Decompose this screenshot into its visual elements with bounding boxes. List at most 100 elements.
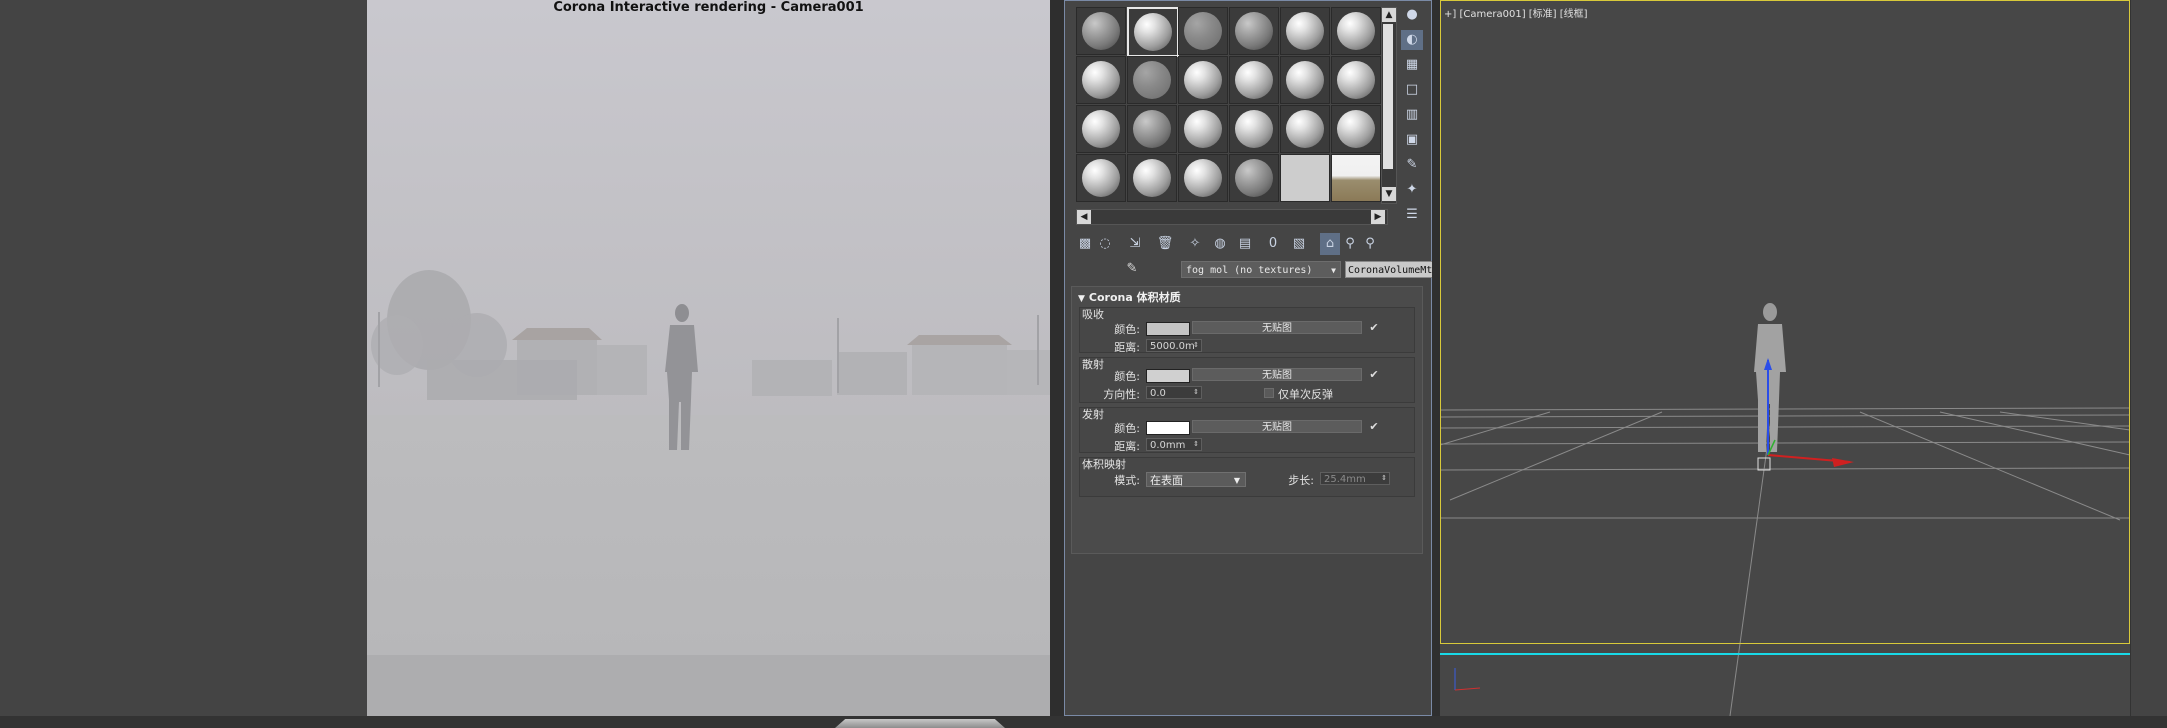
material-slot[interactable] — [1229, 7, 1279, 55]
render-fog-scene — [371, 270, 1050, 450]
material-slot[interactable] — [1331, 7, 1381, 55]
put-to-library-icon[interactable]: ◍ — [1210, 233, 1230, 255]
make-unique-icon[interactable]: ✧ — [1185, 233, 1205, 255]
material-slot[interactable] — [1178, 105, 1228, 153]
material-slot[interactable] — [1076, 7, 1126, 55]
mode-dropdown[interactable]: 在表面 ▼ — [1146, 472, 1246, 487]
material-slot[interactable] — [1178, 7, 1228, 55]
render-window-title: Corona Interactive rendering - Camera001 — [553, 0, 864, 15]
material-slot[interactable] — [1229, 154, 1279, 202]
material-preview-sphere — [1337, 110, 1375, 148]
viewport-divider — [1432, 0, 1440, 716]
material-slot[interactable] — [1280, 56, 1330, 104]
absorption-distance-spinner[interactable]: 5000.0m ⇕ — [1146, 339, 1202, 352]
select-by-material-icon[interactable]: ✦ — [1401, 180, 1423, 200]
sample-uv-icon[interactable]: □ — [1401, 80, 1423, 100]
scroll-right-button[interactable]: ▶ — [1371, 210, 1385, 224]
go-forward-icon[interactable]: ⚲ — [1340, 233, 1360, 255]
show-in-viewport-icon[interactable]: 0 — [1263, 233, 1283, 255]
material-slot[interactable] — [1127, 154, 1177, 202]
volume-displacement-title: 体积映射 — [1082, 458, 1126, 471]
put-to-scene-icon[interactable]: ◌ — [1095, 233, 1115, 255]
material-slot[interactable] — [1076, 56, 1126, 104]
backlight-icon[interactable]: ◐ — [1401, 30, 1423, 50]
show-end-result-icon[interactable]: ▧ — [1289, 233, 1309, 255]
scattering-map-checkbox[interactable]: ✔ — [1368, 369, 1380, 381]
make-preview-icon[interactable]: ▣ — [1401, 130, 1423, 150]
emission-color-swatch[interactable] — [1146, 421, 1190, 435]
step-spinner[interactable]: 25.4mm ⇕ — [1320, 472, 1390, 485]
scroll-thumb[interactable] — [1383, 24, 1393, 169]
pick-from-object-icon[interactable]: ⚲ — [1360, 233, 1380, 255]
material-preview-sphere — [1082, 12, 1120, 50]
material-slot[interactable] — [1229, 56, 1279, 104]
directionality-label: 方向性: — [1103, 388, 1140, 401]
material-editor-panel: ▲ ▼ ◀ ▶ ● ◐ ▦ □ ▥ ▣ ✎ ✦ ☰ ▩ ◌ ⇲ 🗑 ✧ ◍ ▤ … — [1064, 0, 1433, 716]
absorption-map-checkbox[interactable]: ✔ — [1368, 322, 1380, 334]
material-name-field[interactable]: fog mol (no textures) ▼ — [1181, 261, 1341, 278]
scattering-color-label: 颜色: — [1114, 370, 1140, 383]
emission-distance-spinner[interactable]: 0.0mm ⇕ — [1146, 438, 1202, 451]
absorption-distance-label: 距离: — [1114, 341, 1140, 354]
material-slot[interactable] — [1076, 154, 1126, 202]
material-slot[interactable] — [1331, 154, 1381, 202]
material-slot[interactable] — [1280, 105, 1330, 153]
sample-sphere-icon[interactable]: ● — [1401, 5, 1423, 25]
options-icon[interactable]: ✎ — [1401, 155, 1423, 175]
background-icon[interactable]: ▦ — [1401, 55, 1423, 75]
material-type-button[interactable]: CoronaVolumeMtl — [1345, 261, 1433, 278]
material-slot[interactable] — [1127, 56, 1177, 104]
material-navigator-icon[interactable]: ☰ — [1401, 205, 1423, 225]
material-slot[interactable] — [1127, 7, 1179, 57]
scattering-title: 散射 — [1082, 358, 1104, 371]
emission-distance-label: 距离: — [1114, 440, 1140, 453]
material-bottom-toolbar: ▩ ◌ ⇲ 🗑 ✧ ◍ ▤ 0 ▧ ⌂ ⚲ ⚲ — [1075, 233, 1415, 257]
viewport-label[interactable]: +] [Camera001] [标准] [线框] — [1444, 5, 1588, 20]
video-color-check-icon[interactable]: ▥ — [1401, 105, 1423, 125]
directionality-spinner[interactable]: 0.0 ⇕ — [1146, 386, 1202, 399]
scattering-color-swatch[interactable] — [1146, 369, 1190, 383]
render-window[interactable]: Corona Interactive rendering - Camera001 — [367, 0, 1050, 716]
material-preview-sphere — [1133, 61, 1171, 99]
left-workspace-background — [0, 0, 367, 716]
scroll-left-button[interactable]: ◀ — [1077, 210, 1091, 224]
material-slot[interactable] — [1331, 105, 1381, 153]
emission-map-button[interactable]: 无贴图 — [1192, 420, 1362, 433]
material-preview-sphere — [1337, 12, 1375, 50]
material-preview-sphere — [1082, 159, 1120, 197]
slot-horizontal-scrollbar[interactable]: ◀ ▶ — [1076, 209, 1388, 225]
bottom-tab[interactable] — [835, 719, 1005, 728]
absorption-color-swatch[interactable] — [1146, 322, 1190, 336]
absorption-map-button[interactable]: 无贴图 — [1192, 321, 1362, 334]
reset-map-icon[interactable]: 🗑 — [1155, 233, 1175, 255]
material-preview-sphere — [1184, 110, 1222, 148]
material-preview-sphere — [1286, 61, 1324, 99]
scattering-map-button[interactable]: 无贴图 — [1192, 368, 1362, 381]
get-material-icon[interactable]: ▩ — [1075, 233, 1095, 255]
scattering-group: 散射 颜色: 无贴图 ✔ 方向性: 0.0 ⇕ 仅单次反弹 — [1079, 357, 1415, 403]
material-slot[interactable] — [1127, 105, 1177, 153]
material-id-channel-icon[interactable]: ▤ — [1235, 233, 1255, 255]
eyedropper-icon[interactable]: ✎ — [1123, 261, 1141, 279]
material-slot[interactable] — [1178, 56, 1228, 104]
assign-to-selection-icon[interactable]: ⇲ — [1125, 233, 1145, 255]
material-slot[interactable] — [1229, 105, 1279, 153]
material-preview-sphere — [1133, 159, 1171, 197]
scroll-down-button[interactable]: ▼ — [1382, 187, 1396, 201]
rollout-title[interactable]: ▼ Corona 体积材质 — [1078, 289, 1181, 305]
material-slot[interactable] — [1076, 105, 1126, 153]
material-name-row: ✎ fog mol (no textures) ▼ CoronaVolumeMtl — [1073, 259, 1433, 281]
material-preview-sphere — [1082, 61, 1120, 99]
single-bounce-checkbox[interactable] — [1264, 388, 1274, 398]
slot-vertical-scrollbar[interactable]: ▲ ▼ — [1381, 7, 1397, 204]
absorption-title: 吸收 — [1082, 308, 1104, 321]
material-preview-sphere — [1286, 12, 1324, 50]
scroll-up-button[interactable]: ▲ — [1382, 8, 1396, 22]
material-slot[interactable] — [1280, 154, 1330, 202]
emission-map-checkbox[interactable]: ✔ — [1368, 421, 1380, 433]
go-to-parent-icon[interactable]: ⌂ — [1320, 233, 1340, 255]
camera-viewport[interactable]: +] [Camera001] [标准] [线框] — [1440, 0, 2130, 716]
material-slot[interactable] — [1280, 7, 1330, 55]
material-slot[interactable] — [1178, 154, 1228, 202]
material-slot[interactable] — [1331, 56, 1381, 104]
